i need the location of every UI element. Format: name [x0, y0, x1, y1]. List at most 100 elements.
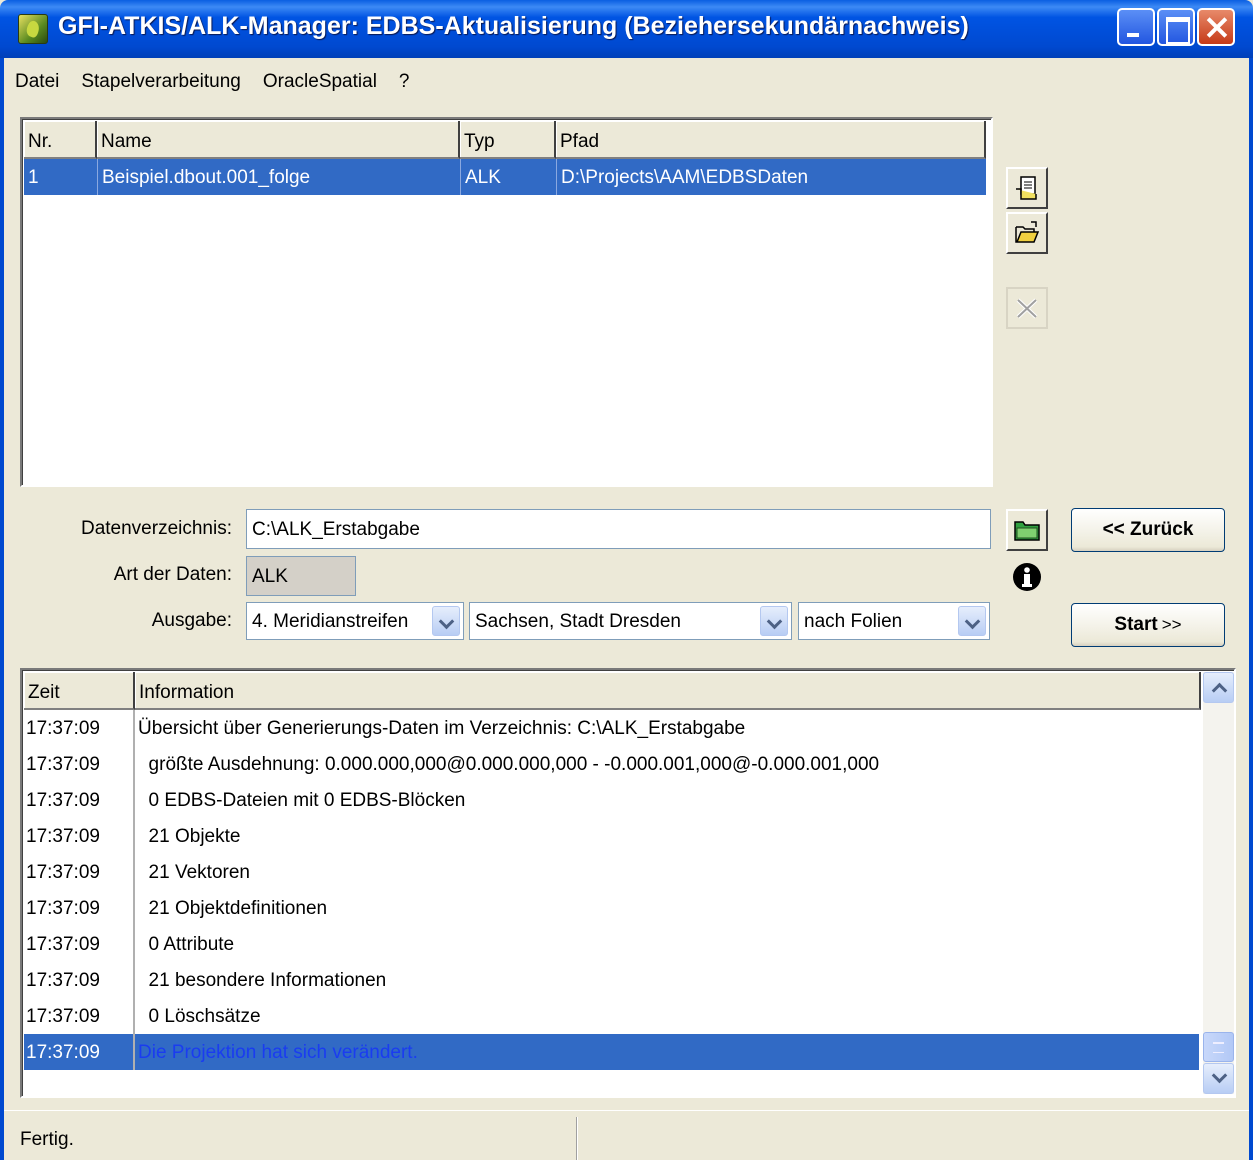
file-typ: ALK	[465, 167, 501, 188]
column-divider	[133, 962, 135, 998]
column-divider	[133, 890, 135, 926]
log-row[interactable]: 17:37:09 0 Attribute	[24, 926, 1199, 962]
status-text: Fertig.	[20, 1129, 74, 1150]
start-suffix: >>	[1161, 615, 1182, 634]
start-label: Start	[1114, 614, 1158, 635]
menu-oraclespatial[interactable]: OracleSpatial	[252, 71, 388, 93]
start-button[interactable]: Start >>	[1071, 603, 1225, 647]
column-header-information[interactable]: Information	[135, 672, 1201, 710]
log-message: 21 Vektoren	[138, 862, 250, 883]
title-bar[interactable]: GFI-ATKIS/ALK-Manager: EDBS-Aktualisieru…	[0, 0, 1253, 58]
datenverzeichnis-label: Datenverzeichnis:	[80, 518, 232, 539]
menu-help[interactable]: ?	[388, 71, 421, 93]
status-bar: Fertig.	[4, 1110, 1249, 1160]
menu-stapelverarbeitung[interactable]: Stapelverarbeitung	[70, 71, 252, 93]
app-icon	[18, 14, 48, 44]
log-message: 0 Löschsätze	[138, 1006, 261, 1027]
column-divider	[133, 782, 135, 818]
delete-icon	[1016, 298, 1038, 319]
log-message: 0 EDBS-Dateien mit 0 EDBS-Blöcken	[138, 790, 466, 811]
log-row[interactable]: 17:37:09 0 EDBS-Dateien mit 0 EDBS-Blöck…	[24, 782, 1199, 818]
green-folder-icon	[1014, 521, 1040, 541]
menu-datei[interactable]: Datei	[4, 71, 70, 93]
log-row-selected[interactable]: 17:37:09 Die Projektion hat sich veränder…	[24, 1034, 1199, 1070]
column-divider	[133, 854, 135, 890]
column-divider	[133, 1034, 135, 1070]
log-list[interactable]: Zeit Information 17:37:09 Übersicht über …	[20, 668, 1236, 1098]
open-folder-button[interactable]	[1006, 212, 1048, 254]
minimize-button[interactable]	[1117, 8, 1155, 46]
log-message: 21 besondere Informationen	[138, 970, 387, 991]
column-divider	[133, 998, 135, 1034]
ausgabe-region-select[interactable]: Sachsen, Stadt Dresden	[469, 602, 792, 640]
close-button[interactable]	[1197, 8, 1235, 46]
window-frame-left	[0, 58, 4, 1160]
log-time: 17:37:09	[26, 1006, 100, 1027]
column-header-zeit[interactable]: Zeit	[24, 672, 135, 710]
window-frame-right	[1249, 58, 1253, 1160]
chevron-down-icon[interactable]	[958, 606, 986, 636]
new-document-icon	[1016, 176, 1037, 200]
log-message: Übersicht über Generierungs-Daten im Ver…	[138, 718, 746, 739]
log-message: größte Ausdehnung: 0.000.000,000@0.000.0…	[138, 754, 880, 775]
scroll-down-icon[interactable]	[1203, 1063, 1234, 1094]
column-header-typ[interactable]: Typ	[460, 121, 556, 159]
log-time: 17:37:09	[26, 718, 100, 739]
log-message: 21 Objekte	[138, 826, 241, 847]
remove-file-button[interactable]	[1006, 287, 1048, 329]
ausgabe-folien-select[interactable]: nach Folien	[798, 602, 990, 640]
menu-bar: Datei Stapelverarbeitung OracleSpatial ?	[4, 62, 421, 102]
log-row[interactable]: 17:37:09 größte Ausdehnung: 0.000.000,00…	[24, 746, 1199, 782]
info-button[interactable]	[1006, 556, 1048, 598]
file-row[interactable]: 1 Beispiel.dbout.001_folge ALK D:\Projec…	[24, 159, 986, 195]
scroll-up-icon[interactable]	[1203, 672, 1234, 703]
log-time: 17:37:09	[26, 754, 100, 775]
log-time: 17:37:09	[26, 970, 100, 991]
art-der-daten-label: Art der Daten:	[113, 564, 232, 585]
open-folder-icon	[1015, 221, 1040, 243]
column-divider	[133, 746, 135, 782]
scroll-thumb[interactable]	[1203, 1032, 1234, 1062]
column-divider	[133, 710, 135, 746]
log-message: 21 Objektdefinitionen	[138, 898, 328, 919]
log-time: 17:37:09	[26, 898, 100, 919]
file-pfad: D:\Projects\AAM\EDBSDaten	[561, 167, 809, 188]
log-scrollbar[interactable]	[1203, 672, 1234, 1094]
ausgabe-region-value: Sachsen, Stadt Dresden	[475, 611, 681, 632]
new-file-button[interactable]	[1006, 167, 1048, 209]
log-row[interactable]: 17:37:09 21 besondere Informationen	[24, 962, 1199, 998]
chevron-down-icon[interactable]	[432, 606, 460, 636]
window-title: GFI-ATKIS/ALK-Manager: EDBS-Aktualisieru…	[58, 12, 969, 40]
log-row[interactable]: 17:37:09 0 Löschsätze	[24, 998, 1199, 1034]
column-header-nr[interactable]: Nr.	[24, 121, 97, 159]
column-divider	[556, 159, 557, 195]
log-row[interactable]: 17:37:09 21 Objekte	[24, 818, 1199, 854]
log-row[interactable]: 17:37:09 Übersicht über Generierungs-Date…	[24, 710, 1199, 746]
file-list[interactable]: Nr. Name Typ Pfad 1 Beispiel.dbout.001_f…	[20, 117, 993, 487]
status-divider	[576, 1117, 578, 1160]
log-time: 17:37:09	[26, 862, 100, 883]
back-button[interactable]: << Zurück	[1071, 508, 1225, 552]
log-time: 17:37:09	[26, 1042, 100, 1063]
column-header-pfad[interactable]: Pfad	[556, 121, 986, 159]
info-icon	[1013, 563, 1041, 591]
log-time: 17:37:09	[26, 790, 100, 811]
art-der-daten-field: ALK	[246, 556, 356, 596]
maximize-button[interactable]	[1157, 8, 1195, 46]
file-nr: 1	[28, 167, 39, 188]
log-row[interactable]: 17:37:09 21 Objektdefinitionen	[24, 890, 1199, 926]
log-message: 0 Attribute	[138, 934, 235, 955]
ausgabe-meridian-value: 4. Meridianstreifen	[252, 611, 409, 632]
chevron-down-icon[interactable]	[760, 606, 788, 636]
ausgabe-label: Ausgabe:	[151, 610, 232, 631]
log-message: Die Projektion hat sich verändert.	[138, 1042, 418, 1063]
datenverzeichnis-input[interactable]: C:\ALK_Erstabgabe	[246, 509, 991, 549]
browse-folder-button[interactable]	[1006, 509, 1048, 551]
log-time: 17:37:09	[26, 826, 100, 847]
column-divider	[133, 926, 135, 962]
ausgabe-meridian-select[interactable]: 4. Meridianstreifen	[246, 602, 464, 640]
column-divider	[97, 159, 98, 195]
log-time: 17:37:09	[26, 934, 100, 955]
log-row[interactable]: 17:37:09 21 Vektoren	[24, 854, 1199, 890]
column-header-name[interactable]: Name	[97, 121, 460, 159]
